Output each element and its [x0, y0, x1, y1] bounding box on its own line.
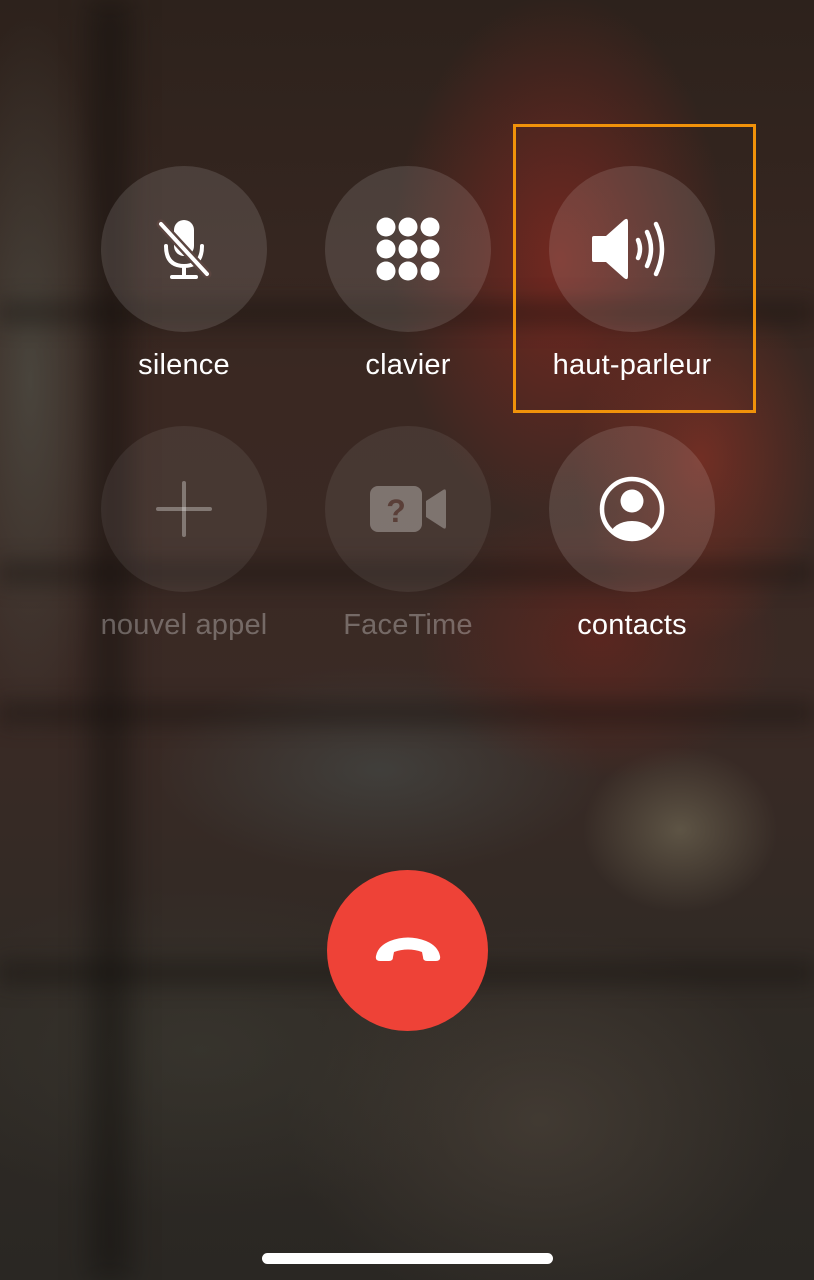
- phone-hangup-icon: [375, 937, 440, 961]
- microphone-muted-icon: [156, 219, 212, 279]
- svg-text:?: ?: [386, 493, 406, 529]
- facetime-button[interactable]: ? FaceTime: [296, 426, 520, 642]
- keypad-button[interactable]: clavier: [296, 166, 520, 382]
- facetime-label: FaceTime: [343, 609, 473, 641]
- contacts-label: contacts: [577, 609, 687, 641]
- add-call-button[interactable]: nouvel appel: [72, 426, 296, 642]
- end-call-button[interactable]: [327, 870, 488, 1031]
- mute-label: silence: [138, 349, 230, 381]
- home-indicator[interactable]: [262, 1253, 553, 1264]
- plus-icon: [156, 481, 212, 537]
- speaker-icon: [592, 218, 665, 280]
- contacts-button[interactable]: contacts: [520, 426, 744, 642]
- mute-button-circle[interactable]: [101, 166, 267, 332]
- person-circle-icon: [599, 476, 665, 542]
- speaker-label: haut-parleur: [552, 349, 712, 381]
- contacts-button-circle[interactable]: [549, 426, 715, 592]
- keypad-icon: [376, 217, 440, 281]
- keypad-button-circle[interactable]: [325, 166, 491, 332]
- speaker-button[interactable]: haut-parleur: [520, 166, 744, 382]
- facetime-button-circle[interactable]: ?: [325, 426, 491, 592]
- add-call-button-circle[interactable]: [101, 426, 267, 592]
- speaker-button-circle[interactable]: [549, 166, 715, 332]
- keypad-label: clavier: [365, 349, 451, 381]
- mute-button[interactable]: silence: [72, 166, 296, 382]
- call-controls-grid: silence clavier haut-parleur nouvel appe…: [0, 0, 814, 680]
- facetime-unknown-icon: ?: [370, 486, 446, 532]
- add-call-label: nouvel appel: [100, 609, 268, 641]
